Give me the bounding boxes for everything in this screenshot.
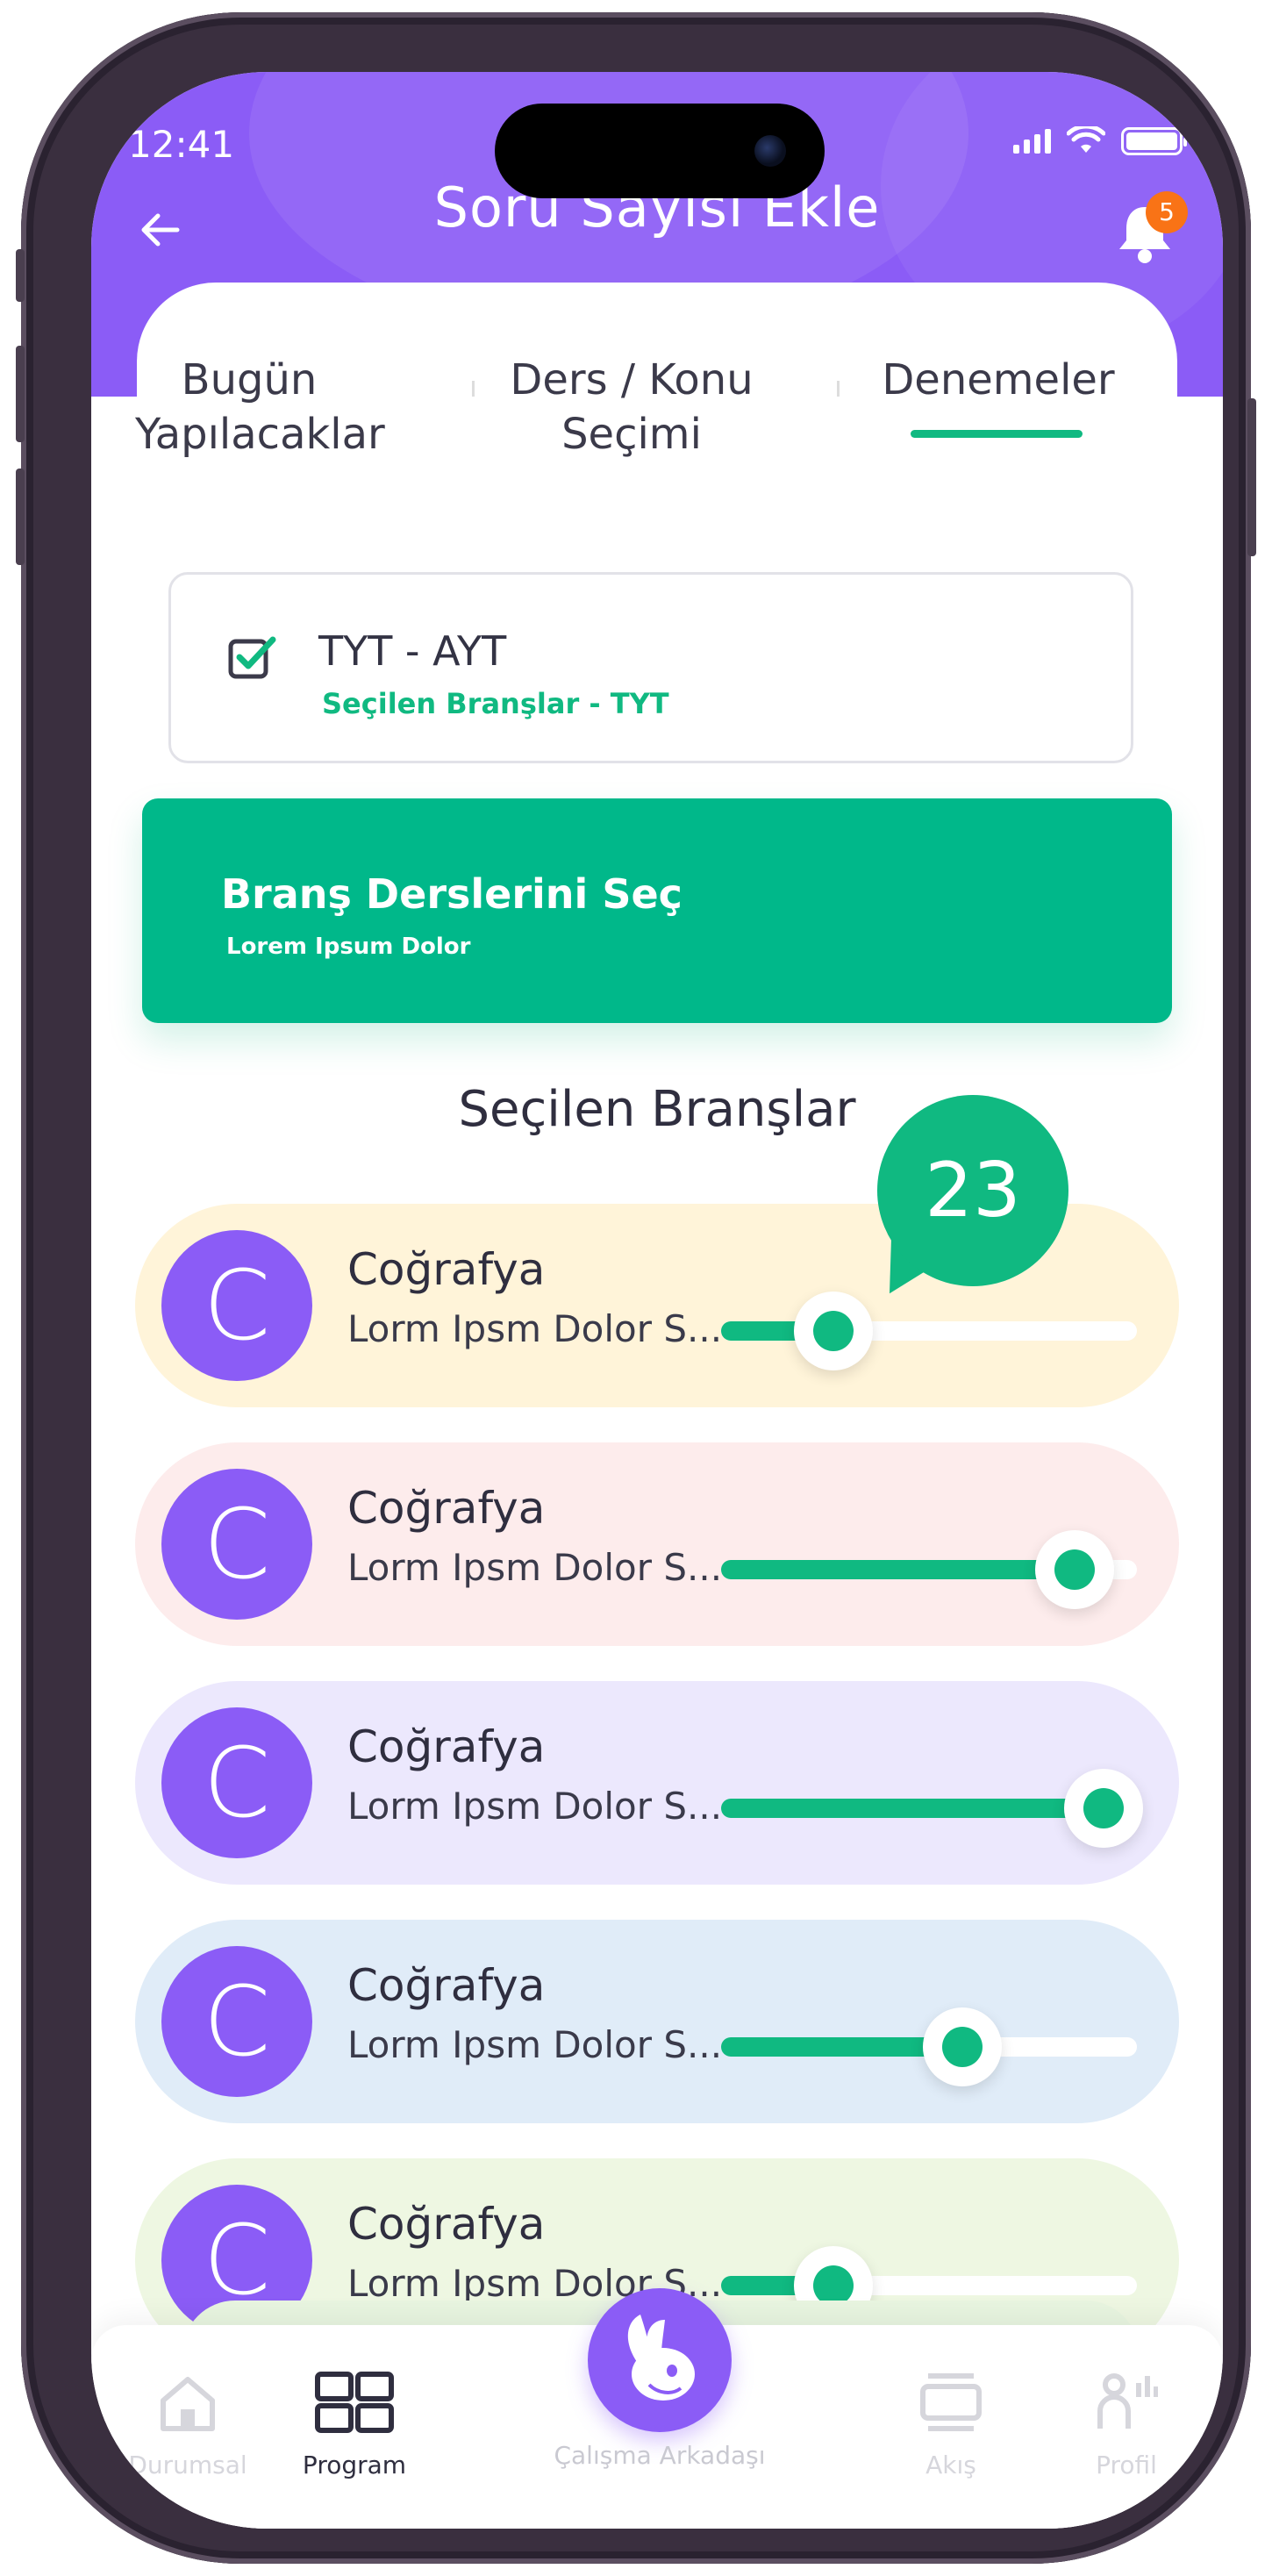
notification-badge: 5 — [1146, 191, 1188, 233]
exam-select-subtitle: Seçilen Branşlar - TYT — [322, 687, 669, 720]
branch-description: Lorm Ipsm Dolor S... — [347, 2023, 723, 2066]
tab-ders-konu-secimi[interactable]: Ders / Konu Seçimi — [491, 353, 772, 462]
signal-icon — [1013, 129, 1051, 154]
exam-select-title: TYT - AYT — [318, 627, 507, 675]
tab-divider — [472, 381, 475, 397]
mute-switch — [16, 249, 25, 302]
checkbox-icon[interactable] — [227, 633, 278, 683]
branch-avatar: C — [161, 1230, 312, 1381]
tab-label-line2: Seçimi — [561, 410, 702, 459]
active-tab-indicator — [911, 430, 1083, 438]
tab-label-line2: Yapılacaklar — [135, 410, 385, 459]
nav-item-program[interactable]: Program — [258, 2371, 451, 2479]
question-count-slider[interactable] — [721, 2246, 1137, 2325]
tab-label-line1: Denemeler — [882, 355, 1115, 404]
select-branch-button-subtitle: Lorem Ipsum Dolor — [226, 934, 471, 960]
dynamic-island — [495, 104, 825, 198]
volume-up-button — [16, 346, 25, 442]
select-branch-button-title: Branş Derslerini Seç — [221, 870, 682, 918]
study-buddy-button[interactable] — [588, 2288, 732, 2432]
status-icons — [1013, 126, 1187, 156]
power-button — [1247, 398, 1256, 556]
select-branch-button[interactable]: Branş Derslerini Seç Lorem Ipsum Dolor — [142, 798, 1172, 1023]
branch-avatar: C — [161, 1707, 312, 1858]
volume-down-button — [16, 469, 25, 565]
question-count-slider[interactable] — [721, 1292, 1137, 1370]
branch-avatar: C — [161, 1469, 312, 1620]
profile-icon — [1097, 2373, 1159, 2429]
nav-item-profil[interactable]: Profil — [1056, 2371, 1197, 2479]
branch-description: Lorm Ipsm Dolor S... — [347, 1307, 723, 1350]
nav-label-program: Program — [302, 2451, 407, 2479]
slider-thumb[interactable] — [1064, 1769, 1144, 1848]
tab-label-line1: Bugün — [181, 355, 318, 404]
slider-thumb[interactable] — [922, 2007, 1002, 2086]
phone-frame: 12:41 Soru Sayısı Ekle 5 Bugün Yapılacak — [16, 12, 1256, 2564]
tab-denemeler[interactable]: Denemeler — [867, 353, 1130, 407]
battery-icon — [1121, 127, 1187, 155]
slider-thumb[interactable] — [1034, 1530, 1114, 1609]
branch-row[interactable]: C Coğrafya Lorm Ipsm Dolor S... — [135, 1442, 1179, 1646]
branch-name: Coğrafya — [347, 1721, 546, 1772]
nav-item-durumsal[interactable]: Durumsal — [118, 2371, 258, 2479]
nav-label-calisma-arkadasi: Çalışma Arkadaşı — [554, 2441, 766, 2470]
nav-label-akis: Akış — [925, 2451, 976, 2479]
branch-row[interactable]: C Coğrafya Lorm Ipsm Dolor S... — [135, 1681, 1179, 1885]
branch-name: Coğrafya — [347, 1483, 546, 1534]
slider-value-bubble: 23 — [877, 1095, 1068, 1286]
status-time: 12:41 — [128, 123, 235, 166]
branch-row[interactable]: C Coğrafya Lorm Ipsm Dolor S... — [135, 1920, 1179, 2123]
tab-bugun-yapilacaklar[interactable]: Bugün Yapılacaklar — [135, 353, 385, 462]
selected-branches-title: Seçilen Branşlar — [458, 1081, 856, 1138]
rabbit-icon — [627, 2315, 695, 2401]
feed-icon — [920, 2373, 982, 2431]
nav-item-akis[interactable]: Akış — [881, 2371, 1021, 2479]
exam-select[interactable]: TYT - AYT Seçilen Branşlar - TYT — [168, 572, 1133, 763]
branch-description: Lorm Ipsm Dolor S... — [347, 1546, 723, 1589]
tab-label-line1: Ders / Konu — [510, 355, 754, 404]
grid-icon — [315, 2372, 394, 2433]
branch-description: Lorm Ipsm Dolor S... — [347, 1785, 723, 1828]
slider-fill — [721, 1560, 1075, 1579]
branch-avatar: C — [161, 1946, 312, 2097]
wifi-icon — [1067, 126, 1105, 153]
app-screen: 12:41 Soru Sayısı Ekle 5 Bugün Yapılacak — [91, 72, 1223, 2529]
branch-name: Coğrafya — [347, 2199, 546, 2250]
branch-name: Coğrafya — [347, 1960, 546, 2011]
home-icon — [161, 2377, 215, 2431]
branch-name: Coğrafya — [347, 1244, 546, 1295]
nav-label-profil: Profil — [1096, 2451, 1157, 2479]
nav-label-durumsal: Durumsal — [128, 2451, 247, 2479]
tab-divider — [837, 381, 840, 397]
question-count-slider[interactable] — [721, 1530, 1137, 1609]
slider-thumb[interactable] — [793, 1292, 873, 1370]
slider-fill — [721, 1799, 1104, 1818]
question-count-slider[interactable] — [721, 1769, 1144, 1848]
question-count-slider[interactable] — [721, 2007, 1137, 2086]
